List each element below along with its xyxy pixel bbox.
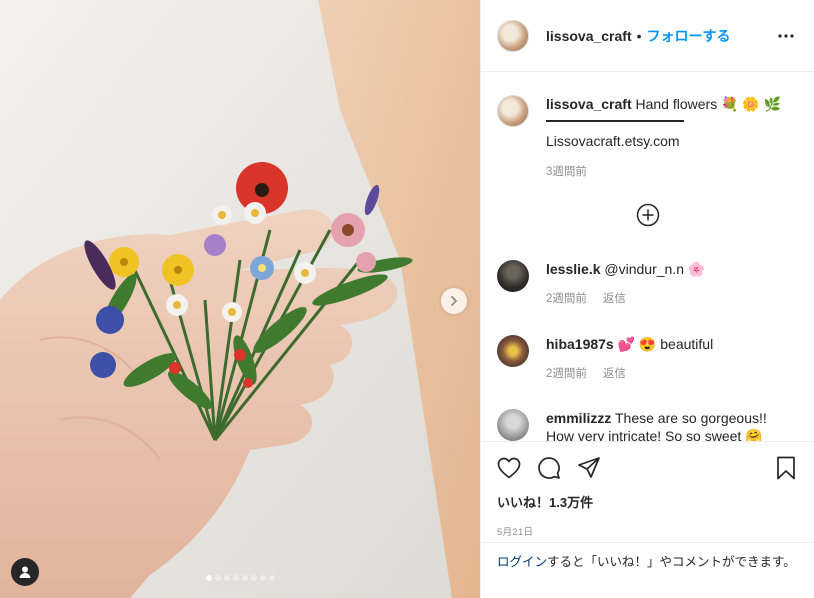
carousel-dot — [223, 575, 230, 581]
comment-time[interactable]: 2週間前 — [546, 365, 587, 383]
login-prompt-text: すると「いいね！」やコメントができます。 — [547, 555, 796, 569]
carousel-dot — [214, 575, 221, 581]
comment-item: emmilizzz These are so gorgeous!! How ve… — [497, 409, 798, 441]
bookmark-icon[interactable] — [774, 456, 798, 480]
post-date[interactable]: 5月21日 — [497, 524, 798, 538]
caption-username[interactable]: lissova_craft — [546, 96, 632, 112]
avatar[interactable] — [497, 409, 529, 441]
carousel-dot — [232, 575, 239, 581]
add-comment-icon[interactable] — [636, 203, 660, 227]
caption-text: Hand flowers 💐 🌼 🌿 — [635, 96, 782, 112]
comment-username[interactable]: hiba1987s — [546, 336, 614, 352]
reply-button[interactable]: 返信 — [603, 365, 626, 383]
caption: lissova_craft Hand flowers 💐 🌼 🌿 Lissova… — [497, 95, 798, 181]
carousel-dots — [0, 575, 480, 581]
login-link[interactable]: ログイン — [497, 555, 547, 569]
comment-item: lesslie.k @vindur_n.n 🌸 2週間前 返信 — [497, 260, 798, 308]
carousel-dot — [259, 575, 266, 581]
caption-divider — [546, 120, 684, 122]
post-photo[interactable] — [0, 0, 480, 598]
comment-username[interactable]: lesslie.k — [546, 261, 601, 277]
post-header: lissova_craft • フォローする — [481, 0, 814, 72]
follow-button[interactable]: フォローする — [647, 26, 731, 46]
reply-button[interactable]: 返信 — [603, 290, 626, 308]
photo-scene — [0, 0, 480, 598]
post-actions: いいね！1.3万件 5月21日 — [481, 441, 814, 538]
comment-text: 💕 😍 beautiful — [617, 336, 714, 352]
header-username[interactable]: lissova_craft — [546, 28, 632, 44]
comments-list[interactable]: lissova_craft Hand flowers 💐 🌼 🌿 Lissova… — [481, 73, 814, 441]
comment-time[interactable]: 2週間前 — [546, 290, 587, 308]
next-arrow-icon[interactable] — [441, 288, 467, 314]
carousel-dot — [205, 575, 212, 581]
comment-username[interactable]: emmilizzz — [546, 410, 611, 426]
post-side-panel: lissova_craft • フォローする lissova_craft Han… — [480, 0, 814, 598]
comment-icon[interactable] — [537, 456, 561, 480]
avatar[interactable] — [497, 19, 529, 52]
likes-count[interactable]: いいね！1.3万件 — [497, 494, 798, 512]
heart-icon[interactable] — [497, 456, 521, 480]
comment-text: @vindur_n.n 🌸 — [604, 261, 706, 277]
avatar[interactable] — [497, 95, 529, 127]
comment-item: hiba1987s 💕 😍 beautiful 2週間前 返信 — [497, 335, 798, 383]
carousel-dot — [250, 575, 257, 581]
caption-link[interactable]: Lissovacraft.etsy.com — [546, 132, 781, 150]
login-prompt: ログインすると「いいね！」やコメントができます。 — [481, 542, 814, 581]
carousel-dot — [268, 575, 275, 581]
user-tag-icon[interactable] — [11, 558, 39, 586]
header-separator: • — [636, 27, 642, 44]
share-icon[interactable] — [577, 456, 601, 480]
carousel-dot — [241, 575, 248, 581]
avatar[interactable] — [497, 260, 529, 292]
more-icon[interactable] — [774, 24, 798, 48]
caption-time[interactable]: 3週間前 — [546, 163, 587, 181]
avatar[interactable] — [497, 335, 529, 367]
